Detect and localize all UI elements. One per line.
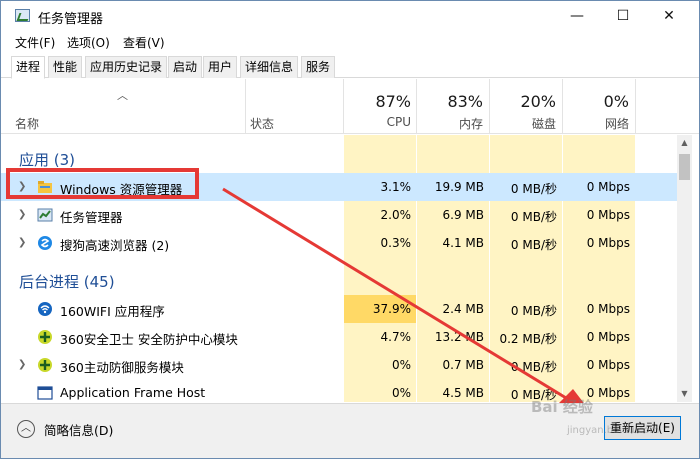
sogou-browser-icon bbox=[38, 236, 52, 250]
task-manager-window: 任务管理器 — ☐ ✕ 文件(F) 选项(O) 查看(V) 进程 性能 应用历史… bbox=[0, 0, 700, 459]
tab-users[interactable]: 用户 bbox=[203, 56, 238, 78]
maximize-button[interactable]: ☐ bbox=[600, 1, 646, 31]
cpu-percent: 87% bbox=[375, 92, 411, 111]
window-title: 任务管理器 bbox=[38, 12, 104, 27]
disk-percent: 20% bbox=[520, 92, 556, 111]
expand-chevron-icon[interactable]: ❯ bbox=[18, 359, 26, 370]
column-network[interactable]: 网络 bbox=[569, 115, 629, 132]
menu-file[interactable]: 文件(F) bbox=[15, 34, 55, 51]
expand-chevron-icon[interactable]: ❯ bbox=[18, 209, 26, 220]
minimize-button[interactable]: — bbox=[554, 1, 600, 31]
group-background-processes[interactable]: 后台进程 (45) bbox=[19, 271, 115, 292]
scrollbar-thumb[interactable] bbox=[679, 154, 690, 180]
column-memory[interactable]: 内存 bbox=[423, 115, 483, 132]
collapse-up-icon[interactable]: ︿ bbox=[17, 420, 35, 438]
sort-caret-icon[interactable]: ︿ bbox=[117, 87, 128, 103]
scroll-down-arrow-icon[interactable]: ▼ bbox=[677, 386, 692, 402]
title-bar[interactable]: 任务管理器 — ☐ ✕ bbox=[1, 1, 699, 31]
column-status[interactable]: 状态 bbox=[250, 115, 274, 132]
tab-startup[interactable]: 启动 bbox=[168, 56, 203, 78]
table-row[interactable]: ❯ 任务管理器 2.0% 6.9 MB 0 MB/秒 0 Mbps bbox=[1, 201, 677, 229]
task-manager-app-icon bbox=[15, 9, 30, 22]
tab-performance[interactable]: 性能 bbox=[48, 56, 83, 78]
group-apps[interactable]: 应用 (3) bbox=[19, 149, 75, 170]
network-percent: 0% bbox=[603, 92, 629, 111]
memory-percent: 83% bbox=[447, 92, 483, 111]
scroll-up-arrow-icon[interactable]: ▲ bbox=[677, 135, 692, 151]
fewer-details-link[interactable]: 简略信息(D) bbox=[44, 420, 113, 439]
column-name[interactable]: 名称 bbox=[15, 115, 39, 132]
app-frame-icon bbox=[37, 386, 53, 400]
tab-app-history[interactable]: 应用历史记录 bbox=[85, 56, 168, 78]
annotation-highlight-box bbox=[6, 168, 199, 199]
menu-options[interactable]: 选项(O) bbox=[67, 34, 110, 51]
vertical-scrollbar[interactable]: ▲ ▼ bbox=[677, 135, 692, 402]
360-security-icon bbox=[38, 330, 52, 344]
table-row[interactable]: ❯ 360主动防御服务模块 0% 0.7 MB 0 MB/秒 0 Mbps bbox=[1, 351, 677, 379]
column-disk[interactable]: 磁盘 bbox=[496, 115, 556, 132]
column-header: ︿ 名称 状态 87% CPU 83% 内存 20% 磁盘 0% 网络 bbox=[1, 79, 699, 134]
tab-strip: 进程 性能 应用历史记录 启动 用户 详细信息 服务 bbox=[1, 56, 699, 79]
table-row[interactable]: 360安全卫士 安全防护中心模块 4.7% 13.2 MB 0.2 MB/秒 0… bbox=[1, 323, 677, 351]
close-button[interactable]: ✕ bbox=[646, 1, 692, 31]
column-cpu[interactable]: CPU bbox=[351, 115, 411, 129]
watermark: Bai 经验 bbox=[531, 398, 593, 416]
watermark-url: jingyan.baidu.com bbox=[567, 425, 660, 436]
wifi-icon bbox=[38, 302, 52, 316]
menu-bar: 文件(F) 选项(O) 查看(V) bbox=[1, 32, 699, 52]
tab-details[interactable]: 详细信息 bbox=[240, 56, 299, 78]
menu-view[interactable]: 查看(V) bbox=[123, 34, 165, 51]
expand-chevron-icon[interactable]: ❯ bbox=[18, 237, 26, 248]
table-row[interactable]: 160WIFI 应用程序 37.9% 2.4 MB 0 MB/秒 0 Mbps bbox=[1, 295, 677, 323]
table-row[interactable]: ❯ 搜狗高速浏览器 (2) 0.3% 4.1 MB 0 MB/秒 0 Mbps bbox=[1, 229, 677, 257]
tab-processes[interactable]: 进程 bbox=[11, 56, 46, 79]
task-manager-icon bbox=[37, 208, 53, 222]
360-defense-icon bbox=[38, 358, 52, 372]
tab-services[interactable]: 服务 bbox=[301, 56, 336, 78]
